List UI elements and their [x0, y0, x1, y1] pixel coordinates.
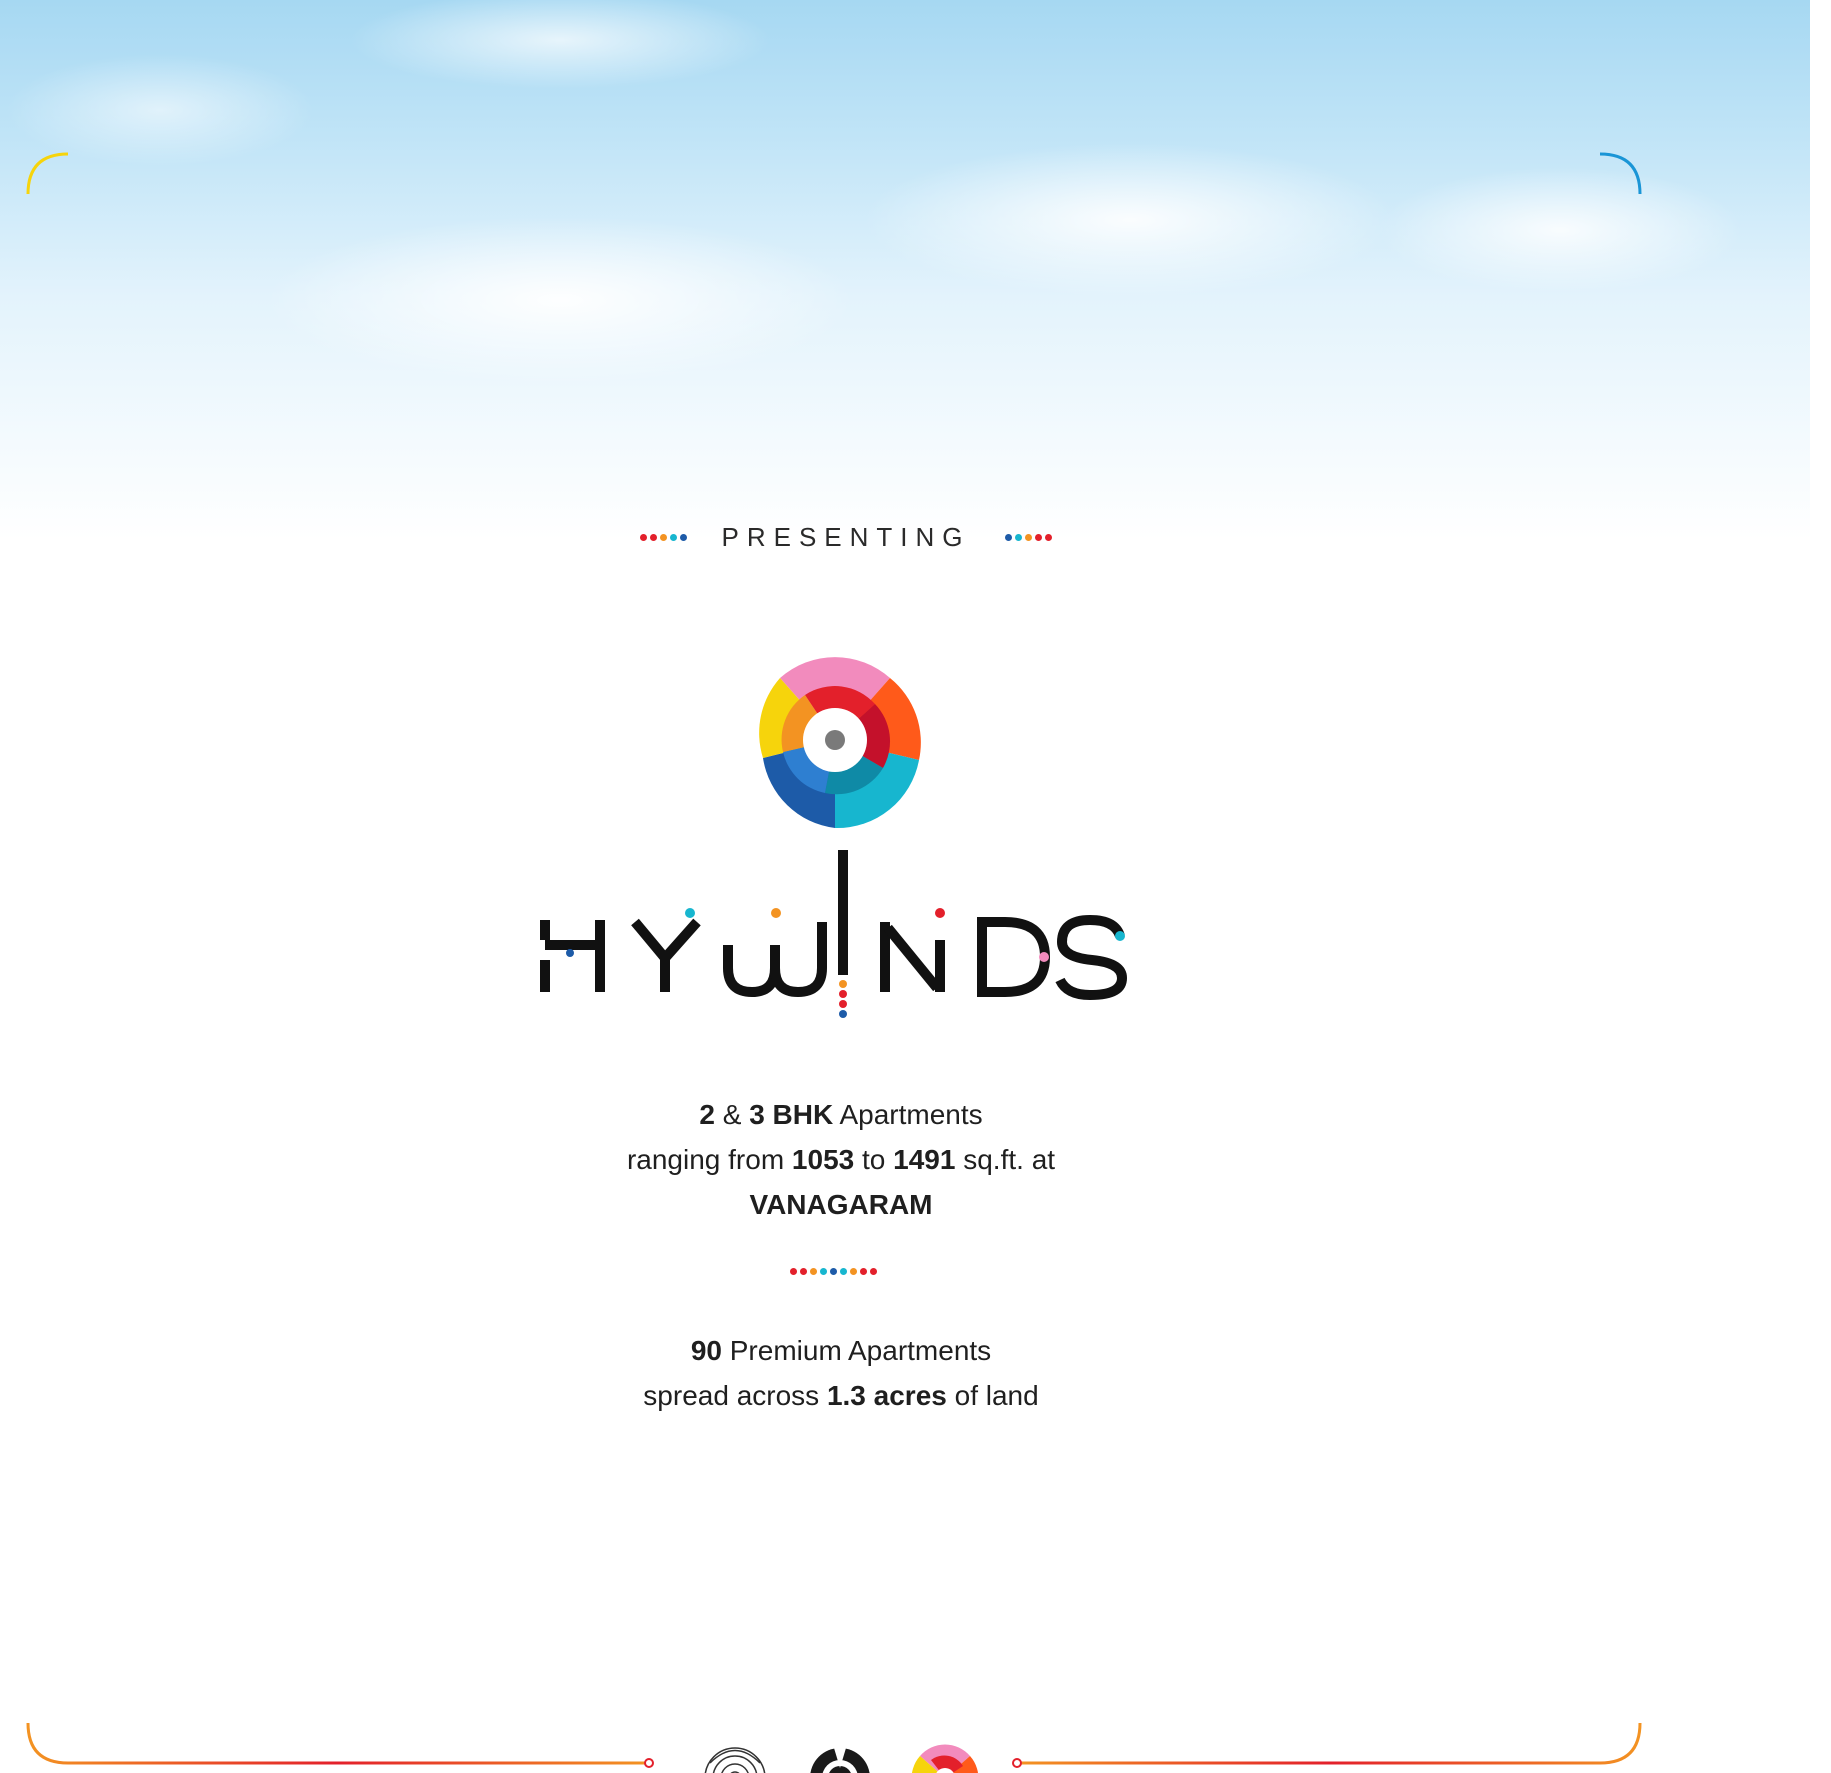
- decorative-dots-right: [1004, 533, 1052, 541]
- separator-dots: [790, 1268, 877, 1275]
- pinwheel-logo-icon: [759, 657, 921, 829]
- pinwheel-color-icon: [912, 1744, 978, 1773]
- pinwheel-dark-icon: [810, 1748, 870, 1773]
- bottom-icons: [704, 1744, 978, 1773]
- stats-line-2: spread across 1.3 acres of land: [643, 1380, 1039, 1411]
- details-location: VANAGARAM: [749, 1189, 933, 1220]
- details-line-2: ranging from 1053 to 1491 sq.ft. at: [626, 1144, 1056, 1175]
- project-stats: 90 Premium Apartments spread across 1.3 …: [516, 1328, 1166, 1418]
- presenting-heading: PRESENTING: [636, 522, 1056, 552]
- presenting-label: PRESENTING: [721, 521, 971, 552]
- apartment-details: 2 & 3 BHK Apartments ranging from 1053 t…: [516, 1092, 1166, 1227]
- decorative-dots-left: [640, 533, 688, 541]
- stats-line-1: 90 Premium Apartments: [690, 1335, 992, 1366]
- hywinds-wordmark: [540, 850, 1128, 1018]
- pinwheel-outline-icon: [704, 1747, 766, 1773]
- details-line-1: 2 & 3 BHK Apartments: [699, 1099, 983, 1130]
